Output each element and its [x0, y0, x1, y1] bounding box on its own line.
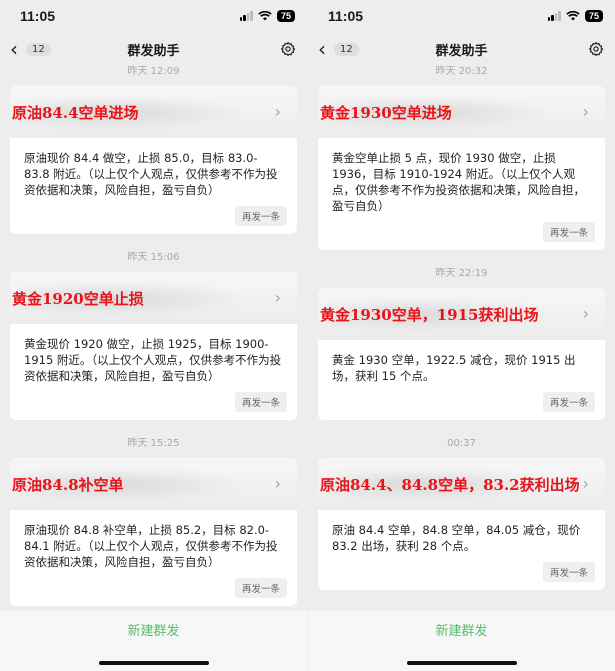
gear-icon[interactable] [279, 40, 297, 58]
message-timestamp: 昨天 12:09 [127, 66, 180, 77]
card-footer: 再发一条 [10, 206, 297, 234]
wifi-icon [566, 11, 580, 21]
card-footer: 再发一条 [318, 562, 605, 590]
card-footer: 再发一条 [318, 392, 605, 420]
gear-icon[interactable] [587, 40, 605, 58]
chevron-right-icon[interactable]: › [275, 288, 281, 307]
message-feed[interactable]: 昨天 20:32 黄金1930空单进场 › 黄金空单止损 5 点，现价 1930… [308, 66, 615, 611]
status-bar: 11:05 75 [308, 0, 615, 32]
card-header[interactable]: 黄金1930空单，1915获利出场 › [318, 288, 605, 340]
home-indicator [98, 661, 209, 665]
message-group: 昨天 15:25 原油84.8补空单 › 原油现价 84.8 补空单，止损 85… [10, 438, 297, 606]
message-group: 昨天 20:32 黄金1930空单进场 › 黄金空单止损 5 点，现价 1930… [318, 66, 605, 250]
back-unread-count[interactable]: 12 [26, 42, 51, 56]
chevron-left-icon[interactable]: ‹ [318, 39, 332, 59]
broadcast-card[interactable]: 原油84.8补空单 › 原油现价 84.8 补空单，止损 85.2，目标 82.… [10, 458, 297, 606]
message-timestamp: 昨天 15:25 [127, 438, 180, 449]
cellular-signal-icon [239, 11, 253, 21]
card-title: 黄金1930空单进场 [320, 103, 452, 122]
card-footer: 再发一条 [318, 222, 605, 250]
card-header[interactable]: 原油84.4空单进场 › [10, 86, 297, 138]
battery-level: 75 [584, 10, 603, 22]
broadcast-card[interactable]: 黄金1920空单止损 › 黄金现价 1920 做空，止损 1925，目标 190… [10, 272, 297, 420]
bottom-bar: 新建群发 [308, 611, 615, 671]
broadcast-card[interactable]: 黄金1930空单，1915获利出场 › 黄金 1930 空单，1922.5 减仓… [318, 288, 605, 420]
message-timestamp: 昨天 20:32 [435, 66, 488, 77]
status-time: 11:05 [328, 8, 364, 24]
card-title: 原油84.8补空单 [12, 475, 124, 494]
card-title: 黄金1920空单止损 [12, 289, 144, 308]
chevron-right-icon[interactable]: › [583, 304, 589, 323]
wifi-icon [258, 11, 272, 21]
resend-button[interactable]: 再发一条 [542, 562, 595, 582]
resend-button[interactable]: 再发一条 [234, 206, 287, 226]
bottom-bar: 新建群发 [0, 611, 307, 671]
card-body: 黄金空单止损 5 点，现价 1930 做空，止损 1936，目标 1910-19… [332, 151, 585, 213]
cellular-signal-icon [547, 11, 561, 21]
card-title: 原油84.4、84.8空单，83.2获利出场 [320, 475, 580, 494]
chat-pane-left: 11:05 75 ‹ 12 群发助手 昨天 12:09 原油84.4空单进场 ›… [0, 0, 307, 671]
chevron-left-icon[interactable]: ‹ [10, 39, 24, 59]
resend-button[interactable]: 再发一条 [234, 578, 287, 598]
card-header[interactable]: 黄金1930空单进场 › [318, 86, 605, 138]
message-group: 昨天 12:09 原油84.4空单进场 › 原油现价 84.4 做空，止损 85… [10, 66, 297, 234]
message-group: 00:37 原油84.4、84.8空单，83.2获利出场 › 原油 84.4 空… [318, 438, 605, 590]
status-bar: 11:05 75 [0, 0, 307, 32]
broadcast-card[interactable]: 原油84.4、84.8空单，83.2获利出场 › 原油 84.4 空单，84.8… [318, 458, 605, 590]
chevron-right-icon[interactable]: › [583, 474, 589, 493]
message-timestamp: 昨天 15:06 [127, 252, 180, 263]
nav-bar: ‹ 12 群发助手 [308, 32, 615, 66]
nav-bar: ‹ 12 群发助手 [0, 32, 307, 66]
card-header[interactable]: 原油84.4、84.8空单，83.2获利出场 › [318, 458, 605, 510]
resend-button[interactable]: 再发一条 [542, 392, 595, 412]
card-body: 黄金现价 1920 做空，止损 1925，目标 1900-1915 附近。（以上… [24, 337, 282, 383]
resend-button[interactable]: 再发一条 [542, 222, 595, 242]
message-group: 昨天 22:19 黄金1930空单，1915获利出场 › 黄金 1930 空单，… [318, 268, 605, 420]
new-broadcast-button[interactable]: 新建群发 [127, 620, 179, 639]
card-title: 原油84.4空单进场 [12, 103, 139, 122]
status-icons: 75 [547, 10, 603, 22]
card-body: 原油 84.4 空单，84.8 空单，84.05 减仓，现价 83.2 出场，获… [332, 523, 581, 553]
status-time: 11:05 [20, 8, 56, 24]
card-body: 原油现价 84.4 做空，止损 85.0，目标 83.0-83.8 附近。（以上… [24, 151, 278, 197]
home-indicator [406, 661, 517, 665]
chevron-right-icon[interactable]: › [583, 102, 589, 121]
card-title: 黄金1930空单，1915获利出场 [320, 305, 539, 324]
message-group: 昨天 15:06 黄金1920空单止损 › 黄金现价 1920 做空，止损 19… [10, 252, 297, 420]
card-body: 黄金 1930 空单，1922.5 减仓，现价 1915 出场，获利 15 个点… [332, 353, 576, 383]
card-header[interactable]: 黄金1920空单止损 › [10, 272, 297, 324]
new-broadcast-button[interactable]: 新建群发 [435, 620, 487, 639]
resend-button[interactable]: 再发一条 [234, 392, 287, 412]
message-feed[interactable]: 昨天 12:09 原油84.4空单进场 › 原油现价 84.4 做空，止损 85… [0, 66, 307, 611]
card-footer: 再发一条 [10, 578, 297, 606]
card-body: 原油现价 84.8 补空单，止损 85.2，目标 82.0-84.1 附近。（以… [24, 523, 278, 569]
broadcast-card[interactable]: 黄金1930空单进场 › 黄金空单止损 5 点，现价 1930 做空，止损 19… [318, 86, 605, 250]
back-unread-count[interactable]: 12 [334, 42, 359, 56]
battery-level: 75 [276, 10, 295, 22]
message-timestamp: 昨天 22:19 [435, 268, 488, 279]
chevron-right-icon[interactable]: › [275, 474, 281, 493]
card-footer: 再发一条 [10, 392, 297, 420]
chevron-right-icon[interactable]: › [275, 102, 281, 121]
card-header[interactable]: 原油84.8补空单 › [10, 458, 297, 510]
status-icons: 75 [239, 10, 295, 22]
message-timestamp: 00:37 [447, 438, 476, 449]
broadcast-card[interactable]: 原油84.4空单进场 › 原油现价 84.4 做空，止损 85.0，目标 83.… [10, 86, 297, 234]
chat-pane-right: 11:05 75 ‹ 12 群发助手 昨天 20:32 黄金1930空单进场 ›… [308, 0, 615, 671]
screenshot-root: 11:05 75 ‹ 12 群发助手 昨天 12:09 原油84.4空单进场 ›… [0, 0, 615, 671]
